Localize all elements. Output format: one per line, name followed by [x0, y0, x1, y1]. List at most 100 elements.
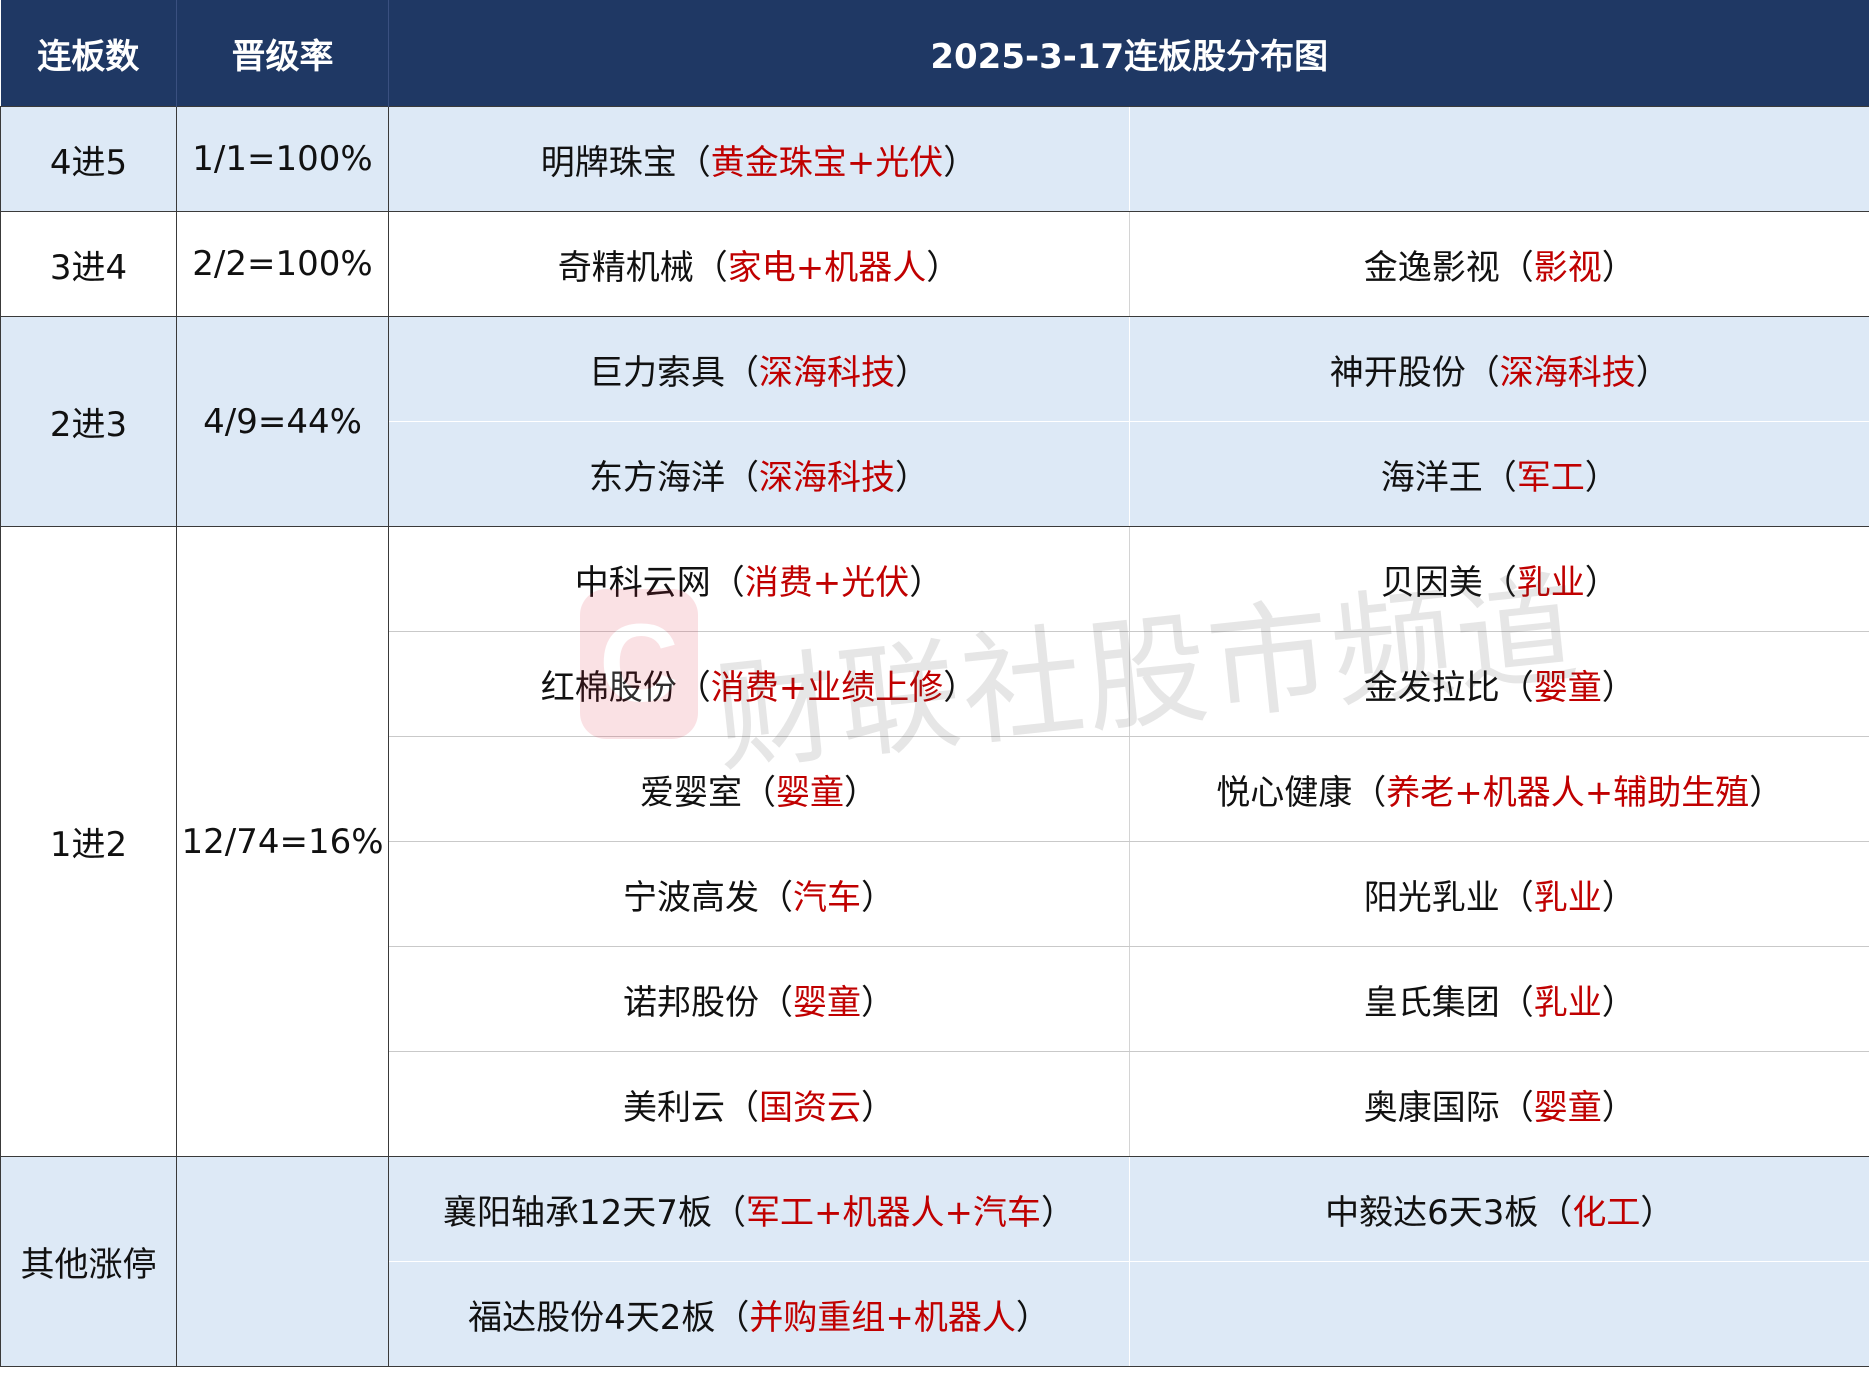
paren-open: （	[1499, 1087, 1534, 1128]
paren-close: ）	[1040, 1192, 1075, 1233]
stock-tag: 婴童	[1533, 1087, 1602, 1128]
stock-name: 皇氏集团	[1363, 982, 1500, 1023]
paren-open: （	[676, 142, 711, 183]
paren-close: ）	[1601, 247, 1636, 288]
paren-close: ）	[943, 667, 978, 708]
group-row-4to5: 4进5 1/1=100% 明牌珠宝（黄金珠宝+光伏）	[0, 106, 1869, 212]
stock-name: 中毅达6天3板	[1325, 1192, 1539, 1233]
stock-tag: 消费+业绩上修	[710, 667, 944, 708]
paren-open: （	[1482, 562, 1517, 603]
paren-close: ）	[1584, 562, 1619, 603]
group-rate: 4/9=44%	[176, 316, 389, 527]
stock-tag: 婴童	[776, 772, 844, 813]
stock-cell: 金发拉比（婴童）	[1128, 631, 1869, 737]
stock-tag: 化工	[1572, 1192, 1641, 1233]
stock-tag: 消费+光伏	[744, 562, 910, 603]
header-row: 连板数 晋级率 2025-3-17连板股分布图	[0, 0, 1869, 107]
header-streak: 连板数	[0, 0, 177, 107]
stock-cell: 美利云（国资云）	[388, 1051, 1130, 1157]
paren-close: ）	[1601, 667, 1636, 708]
paren-open: （	[1499, 877, 1534, 918]
stock-cell: 诺邦股份（婴童）	[388, 946, 1130, 1052]
group-rate	[176, 1156, 389, 1367]
paren-open: （	[693, 247, 728, 288]
stock-cell: 爱婴室（婴童）	[388, 736, 1130, 842]
paren-open: （	[1538, 1192, 1573, 1233]
stock-name: 海洋王	[1380, 457, 1483, 498]
paren-open: （	[1499, 247, 1534, 288]
group-rate: 1/1=100%	[176, 106, 389, 212]
stock-tag: 养老+机器人+辅助生殖	[1386, 772, 1750, 813]
stock-tag: 乳业	[1516, 562, 1585, 603]
group-label: 4进5	[0, 106, 177, 212]
stock-name: 悦心健康	[1216, 772, 1353, 813]
stock-name: 襄阳轴承12天7板	[443, 1192, 712, 1233]
paren-close: ）	[1015, 1297, 1050, 1338]
paren-open: （	[1499, 982, 1534, 1023]
stock-tag: 乳业	[1533, 982, 1602, 1023]
stock-cell: 中科云网（消费+光伏）	[388, 526, 1130, 632]
stock-tag: 婴童	[1533, 667, 1602, 708]
paren-close: ）	[1640, 1192, 1675, 1233]
stock-name: 中科云网	[574, 562, 711, 603]
stock-cell: 阳光乳业（乳业）	[1128, 841, 1869, 947]
stock-tag: 影视	[1533, 247, 1602, 288]
stock-name: 诺邦股份	[623, 982, 759, 1023]
stock-name: 奥康国际	[1363, 1087, 1500, 1128]
stock-cell: 贝因美（乳业）	[1128, 526, 1869, 632]
header-title: 2025-3-17连板股分布图	[387, 0, 1869, 107]
paren-close: ）	[1635, 352, 1670, 393]
group-label: 其他涨停	[0, 1156, 177, 1367]
stock-tag: 家电+机器人	[727, 247, 927, 288]
stock-name: 宁波高发	[623, 877, 759, 918]
stock-cell: 中毅达6天3板（化工）	[1129, 1156, 1869, 1262]
stock-name: 阳光乳业	[1363, 877, 1500, 918]
empty-cell	[1129, 1261, 1869, 1367]
stock-name: 金发拉比	[1363, 667, 1500, 708]
paren-close: ）	[1584, 457, 1619, 498]
stock-name: 红棉股份	[540, 667, 677, 708]
stock-tag: 黄金珠宝+光伏	[710, 142, 944, 183]
stock-name: 东方海洋	[589, 457, 725, 498]
stock-tag: 汽车	[793, 877, 861, 918]
stock-tag: 军工+机器人+汽车	[745, 1192, 1041, 1233]
stock-name: 美利云	[623, 1087, 725, 1128]
stock-name: 金逸影视	[1363, 247, 1500, 288]
paren-open: （	[710, 562, 745, 603]
paren-close: ）	[943, 142, 978, 183]
paren-open: （	[725, 1087, 759, 1128]
paren-open: （	[676, 667, 711, 708]
stock-name: 明牌珠宝	[540, 142, 677, 183]
stock-name: 福达股份4天2板	[468, 1297, 716, 1338]
stock-cell: 福达股份4天2板（并购重组+机器人）	[388, 1261, 1130, 1367]
stock-tag: 深海科技	[1499, 352, 1636, 393]
paren-open: （	[711, 1192, 746, 1233]
stock-cell: 东方海洋（深海科技）	[388, 421, 1130, 527]
stock-cell: 巨力索具（深海科技）	[388, 316, 1130, 422]
group-row-others: 其他涨停 襄阳轴承12天7板（军工+机器人+汽车） 中毅达6天3板（化工）	[0, 1156, 1869, 1367]
paren-close: ）	[1601, 982, 1636, 1023]
paren-open: （	[1482, 457, 1517, 498]
paren-close: ）	[844, 772, 878, 813]
paren-close: ）	[895, 457, 929, 498]
group-rate: 12/74=16%	[176, 526, 389, 1157]
paren-open: （	[759, 877, 793, 918]
group-row-3to4: 3进4 2/2=100% 奇精机械（家电+机器人） 金逸影视（影视）	[0, 211, 1869, 317]
group-label: 1进2	[0, 526, 177, 1157]
stock-name: 巨力索具	[589, 352, 725, 393]
paren-close: ）	[861, 982, 895, 1023]
paren-open: （	[1352, 772, 1387, 813]
paren-open: （	[1465, 352, 1500, 393]
stock-tag: 并购重组+机器人	[749, 1297, 1016, 1338]
paren-close: ）	[895, 352, 929, 393]
paren-close: ）	[1749, 772, 1784, 813]
paren-close: ）	[1601, 1087, 1636, 1128]
paren-close: ）	[861, 1087, 895, 1128]
stock-tag: 深海科技	[759, 457, 895, 498]
stock-name: 奇精机械	[557, 247, 694, 288]
limit-up-distribution-table: 连板数 晋级率 2025-3-17连板股分布图 4进5 1/1=100% 明牌珠…	[0, 0, 1869, 1367]
empty-cell	[1129, 106, 1869, 212]
stock-cell: 皇氏集团（乳业）	[1128, 946, 1869, 1052]
paren-close: ）	[861, 877, 895, 918]
paren-close: ）	[1601, 877, 1636, 918]
